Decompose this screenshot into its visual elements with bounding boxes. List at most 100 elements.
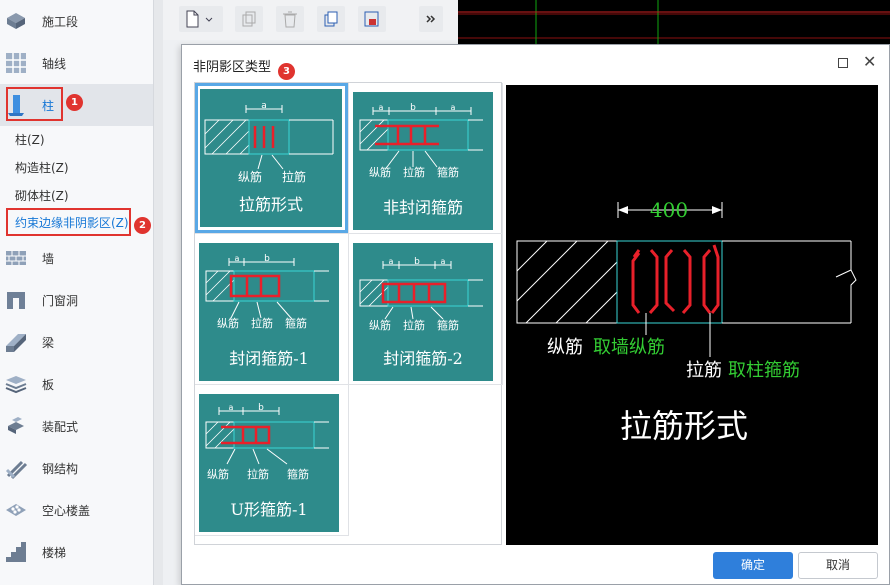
stair-icon	[6, 542, 26, 562]
option-card: a 纵筋 拉筋 拉筋形式	[200, 89, 342, 227]
part-label: 纵筋	[369, 318, 391, 332]
sidebar-item-construction-segment[interactable]: 施工段	[0, 0, 153, 42]
sidebar-item-label: 梁	[42, 335, 55, 350]
dim-label: a	[235, 254, 240, 263]
sidebar: 施工段 轴线 柱 柱(Z) 构造柱(Z) 砌体柱(Z) 约束边缘非阴影区(Z) …	[0, 0, 153, 585]
sidebar-item-label: 墙	[42, 251, 55, 266]
sidebar-item-label: 门窗洞	[42, 293, 79, 308]
dim-label: a	[261, 101, 267, 111]
cad-canvas[interactable]	[458, 0, 890, 44]
preview-panel: 400 纵筋 取墙纵筋 拉筋 取柱箍筋 拉筋形式	[506, 85, 878, 545]
part-label: 拉筋	[247, 467, 269, 481]
part-label: 纵筋	[207, 467, 229, 481]
hollow-floor-icon	[6, 504, 26, 516]
sub-item-masonry-column[interactable]: 砌体柱(Z)	[0, 183, 153, 209]
annotation-badge-2: 2	[134, 217, 151, 234]
layer-button[interactable]	[358, 6, 386, 32]
toolbar	[163, 0, 458, 40]
dim-label: b	[410, 103, 416, 113]
part-label: 纵筋	[238, 169, 262, 184]
sidebar-item-wall[interactable]: 墙	[0, 237, 153, 279]
highlight-box-non-shadow-region	[6, 208, 131, 236]
dim-label: a	[229, 403, 234, 412]
preview-label-tie-source: 取柱箍筋	[728, 360, 800, 381]
closed-stirrup-2-diagram-icon: a b a 纵筋 拉筋 箍筋	[359, 257, 483, 332]
prefab-icon	[8, 417, 24, 434]
sidebar-item-label: 施工段	[42, 14, 79, 29]
part-label: 纵筋	[217, 316, 239, 330]
dim-label: a	[389, 257, 394, 266]
part-label: 纵筋	[369, 165, 391, 179]
sidebar-item-hollow-floor[interactable]: 空心楼盖	[0, 489, 153, 531]
option-label: 非封闭箍筋	[382, 198, 463, 217]
part-label: 拉筋	[282, 169, 306, 184]
option-label: 封闭箍筋-1	[229, 349, 309, 368]
option-label: 封闭箍筋-2	[383, 349, 463, 368]
maximize-button[interactable]	[838, 58, 848, 68]
close-icon: ✕	[863, 52, 877, 71]
sidebar-scrollbar[interactable]	[153, 0, 163, 585]
tie-bar-diagram-icon: a 纵筋 拉筋	[204, 101, 334, 184]
dim-label: a	[379, 103, 384, 112]
dim-label: a	[441, 257, 446, 266]
sidebar-item-label: 钢结构	[42, 461, 79, 476]
option-tie-bar[interactable]: a 纵筋 拉筋 拉筋形式	[195, 83, 349, 234]
copy-button[interactable]	[235, 6, 263, 32]
non-closed-stirrup-diagram-icon: a b a 纵筋 拉筋 箍筋	[359, 103, 483, 179]
sidebar-item-beam[interactable]: 梁	[0, 321, 153, 363]
sidebar-item-label: 空心楼盖	[42, 503, 91, 518]
non-shadow-type-dialog: 非阴影区类型 3 ✕ a 纵筋 拉筋 拉筋形式 a b a 纵筋 拉筋 箍筋 非…	[181, 44, 890, 585]
sidebar-item-label: 楼梯	[42, 545, 67, 560]
sidebar-item-door-window[interactable]: 门窗洞	[0, 279, 153, 321]
more-icon	[426, 15, 436, 23]
sidebar-item-prefab[interactable]: 装配式	[0, 405, 153, 447]
preview-caption: 拉筋形式	[620, 407, 748, 445]
new-button[interactable]	[179, 6, 223, 32]
duplicate-button[interactable]	[317, 6, 345, 32]
u-stirrup-1-diagram-icon: a b 纵筋 拉筋 箍筋	[205, 403, 329, 481]
annotation-badge-1: 1	[66, 94, 83, 111]
slab-icon	[5, 376, 27, 394]
option-card: a b a 纵筋 拉筋 箍筋 非封闭箍筋	[353, 92, 493, 230]
dim-label: a	[451, 103, 456, 112]
cancel-button[interactable]: 取消	[798, 552, 878, 579]
duplicate-icon	[324, 11, 338, 27]
part-label: 箍筋	[287, 467, 309, 481]
sub-item-column[interactable]: 柱(Z)	[0, 127, 153, 153]
option-closed-stirrup-1[interactable]: a b 纵筋 拉筋 箍筋 封闭箍筋-1	[195, 234, 349, 385]
option-card: a b 纵筋 拉筋 箍筋 U形箍筋-1	[199, 394, 339, 532]
preview-label-tie: 拉筋	[686, 360, 722, 381]
sidebar-item-stair[interactable]: 楼梯	[0, 531, 153, 573]
door-window-icon	[7, 292, 25, 309]
option-u-stirrup-1[interactable]: a b 纵筋 拉筋 箍筋 U形箍筋-1	[195, 385, 349, 536]
wall-icon	[6, 251, 26, 265]
more-button[interactable]	[419, 6, 443, 32]
sidebar-item-slab[interactable]: 板	[0, 363, 153, 405]
option-non-closed-stirrup[interactable]: a b a 纵筋 拉筋 箍筋 非封闭箍筋	[349, 83, 503, 234]
beam-icon	[6, 334, 26, 352]
option-card: a b 纵筋 拉筋 箍筋 封闭箍筋-1	[199, 243, 339, 381]
annotation-badge-3: 3	[278, 63, 295, 80]
delete-button[interactable]	[276, 6, 304, 32]
highlight-box-column	[6, 87, 63, 121]
option-closed-stirrup-2[interactable]: a b a 纵筋 拉筋 箍筋 封闭箍筋-2	[349, 234, 503, 385]
part-label: 拉筋	[403, 318, 425, 332]
option-label: 拉筋形式	[238, 195, 303, 214]
closed-stirrup-1-diagram-icon: a b 纵筋 拉筋 箍筋	[205, 254, 329, 330]
part-label: 箍筋	[437, 165, 459, 179]
sidebar-item-label: 轴线	[42, 56, 67, 71]
tie-bar-preview-diagram: 400 纵筋 取墙纵筋 拉筋 取柱箍筋 拉筋形式	[516, 198, 857, 445]
close-button[interactable]: ✕	[863, 52, 876, 72]
sidebar-item-axis[interactable]: 轴线	[0, 42, 153, 84]
axis-grid-icon	[6, 53, 26, 73]
sidebar-item-label: 板	[42, 377, 55, 392]
copy-icon	[242, 11, 256, 27]
construction-segment-icon	[7, 13, 25, 29]
option-card: a b a 纵筋 拉筋 箍筋 封闭箍筋-2	[353, 243, 493, 381]
preview-label-longitudinal-source: 取墙纵筋	[593, 337, 665, 358]
ok-button[interactable]: 确定	[713, 552, 793, 579]
sidebar-item-steel-structure[interactable]: 钢结构	[0, 447, 153, 489]
dialog-title: 非阴影区类型	[193, 60, 272, 75]
dim-label: b	[414, 257, 420, 267]
sub-item-constructional-column[interactable]: 构造柱(Z)	[0, 155, 153, 181]
